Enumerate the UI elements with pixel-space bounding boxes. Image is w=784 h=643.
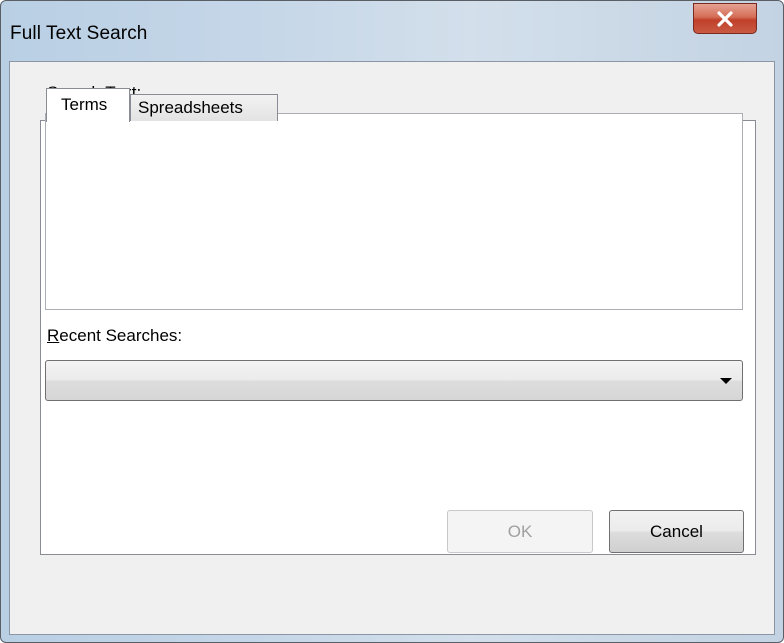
tab-spreadsheets[interactable]: Spreadsheets [130,94,278,121]
tab-spreadsheets-label: Spreadsheets [138,98,243,117]
full-text-search-dialog: Full Text Search Terms Spreadsheets Sear… [0,0,784,643]
window-title: Full Text Search [10,23,148,44]
recent-searches-dropdown[interactable] [45,360,743,401]
cancel-button-label: Cancel [650,521,703,541]
chevron-down-icon [720,378,732,384]
close-button[interactable] [693,3,757,34]
title-bar[interactable]: Full Text Search [1,1,783,61]
recent-searches-label: Recent Searches: [47,326,182,346]
tab-terms-label: Terms [61,95,108,114]
ok-button-label: OK [507,521,533,541]
recent-searches-label-rest: ecent Searches: [59,326,183,345]
cancel-button[interactable]: Cancel [609,510,744,553]
ok-button[interactable]: OK [447,510,593,553]
close-x-icon [716,10,734,27]
tab-terms[interactable]: Terms [46,88,130,122]
recent-searches-label-mnemonic: R [47,326,60,345]
search-text-input[interactable] [45,113,743,310]
